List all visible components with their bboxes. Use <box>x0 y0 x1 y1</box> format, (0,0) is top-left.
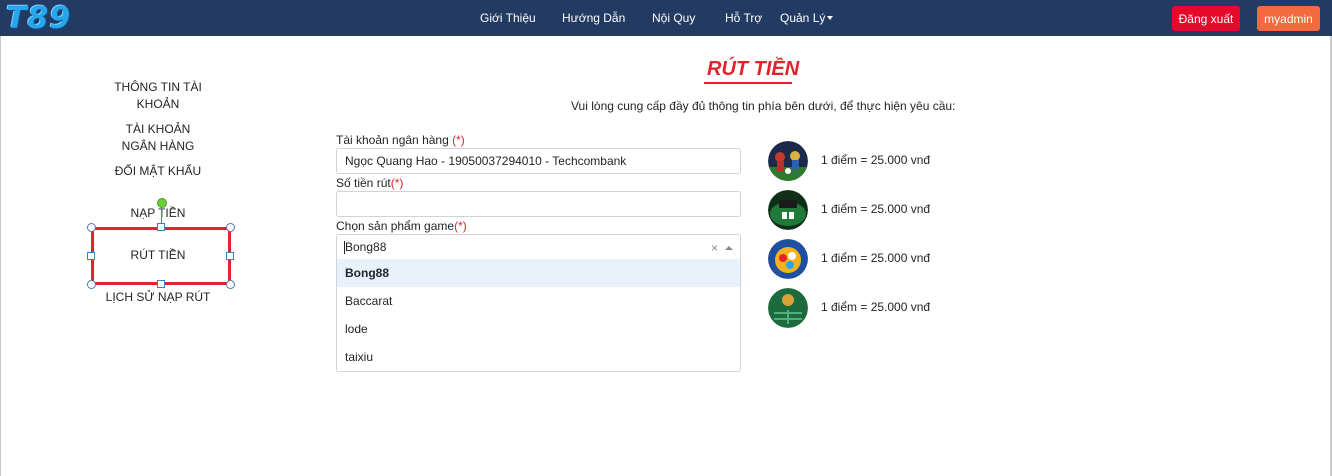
game-select[interactable]: Bong88 × <box>336 234 741 260</box>
sidebar-item-deposit[interactable]: NẠP TIỀN <box>100 205 216 222</box>
game-options-dropdown: Bong88 Baccarat lode taixiu <box>336 259 741 372</box>
resize-handle-bottom-right[interactable] <box>226 280 235 289</box>
amount-field-label: Số tiền rút(*) <box>336 176 403 190</box>
resize-handle-right[interactable] <box>226 252 234 260</box>
resize-handle-bottom-left[interactable] <box>87 280 96 289</box>
dice-table-icon <box>768 288 808 328</box>
required-mark: (*) <box>390 176 404 190</box>
game-option[interactable]: taixiu <box>337 343 740 371</box>
user-menu-button[interactable]: myadmin <box>1257 6 1320 31</box>
resize-handle-top-right[interactable] <box>226 223 235 232</box>
game-option[interactable]: Bong88 <box>337 259 740 287</box>
title-underline <box>704 82 792 84</box>
game-option[interactable]: Baccarat <box>337 287 740 315</box>
resize-handle-left[interactable] <box>87 252 95 260</box>
nav-gioi-thieu[interactable]: Giới Thiệu <box>480 11 536 25</box>
nav-ho-tro[interactable]: Hỗ Trợ <box>725 11 762 25</box>
rate-text: 1 điểm = 25.000 vnđ <box>821 153 931 167</box>
sidebar-item-account-info[interactable]: THÔNG TIN TÀI KHOẢN <box>108 79 208 113</box>
game-option[interactable]: lode <box>337 315 740 343</box>
baccarat-table-icon <box>768 190 808 230</box>
clear-icon[interactable]: × <box>711 241 718 255</box>
resize-handle-top[interactable] <box>157 223 165 231</box>
rate-text: 1 điểm = 25.000 vnđ <box>821 251 931 265</box>
amount-input[interactable] <box>336 191 741 217</box>
caret-down-icon <box>827 16 834 20</box>
page-title: RÚT TIỀN <box>707 58 800 80</box>
required-mark: (*) <box>452 133 465 147</box>
nav-noi-quy[interactable]: Nội Quy <box>652 11 695 25</box>
bank-account-input[interactable]: Ngọc Quang Hao - 19050037294010 - Techco… <box>336 148 741 174</box>
bank-label-text: Tài khoản ngân hàng <box>336 133 449 147</box>
amount-label-text: Số tiền rút <box>336 176 391 190</box>
site-logo[interactable]: T89 <box>6 1 71 36</box>
game-field-label: Chọn sản phẩm game(*) <box>336 219 467 233</box>
rate-text: 1 điểm = 25.000 vnđ <box>821 300 931 314</box>
nav-quan-ly-dropdown[interactable]: Quản Lý <box>780 11 834 25</box>
rotate-handle[interactable] <box>157 198 167 208</box>
sidebar-item-bank-account[interactable]: TÀI KHOẢN NGÂN HÀNG <box>108 121 208 155</box>
top-navbar: T89 Giới Thiệu Hướng Dẫn Nội Quy Hỗ Trợ … <box>0 0 1332 36</box>
game-select-value: Bong88 <box>345 240 387 254</box>
bank-account-value: Ngọc Quang Hao - 19050037294010 - Techco… <box>345 154 627 168</box>
chevron-up-icon[interactable] <box>725 246 733 250</box>
sidebar-item-history[interactable]: LỊCH SỬ NẠP RÚT <box>100 289 216 306</box>
nav-quan-ly-label: Quản Lý <box>780 11 826 25</box>
sidebar-item-withdraw[interactable]: RÚT TIỀN <box>100 247 216 264</box>
required-mark: (*) <box>454 219 467 233</box>
resize-handle-top-left[interactable] <box>87 223 96 232</box>
logout-button[interactable]: Đăng xuất <box>1172 6 1240 31</box>
football-game-icon <box>768 141 808 181</box>
game-label-text: Chọn sản phẩm game <box>336 219 455 233</box>
page-subtitle: Vui lòng cung cấp đầy đủ thông tin phía … <box>571 99 956 113</box>
rate-text: 1 điểm = 25.000 vnđ <box>821 202 931 216</box>
lottery-balls-icon <box>768 239 808 279</box>
resize-handle-bottom[interactable] <box>157 280 165 288</box>
sidebar-item-change-password[interactable]: ĐỔI MẬT KHẨU <box>100 163 216 180</box>
bank-field-label: Tài khoản ngân hàng (*) <box>336 133 465 147</box>
nav-huong-dan[interactable]: Hướng Dẫn <box>562 11 625 25</box>
